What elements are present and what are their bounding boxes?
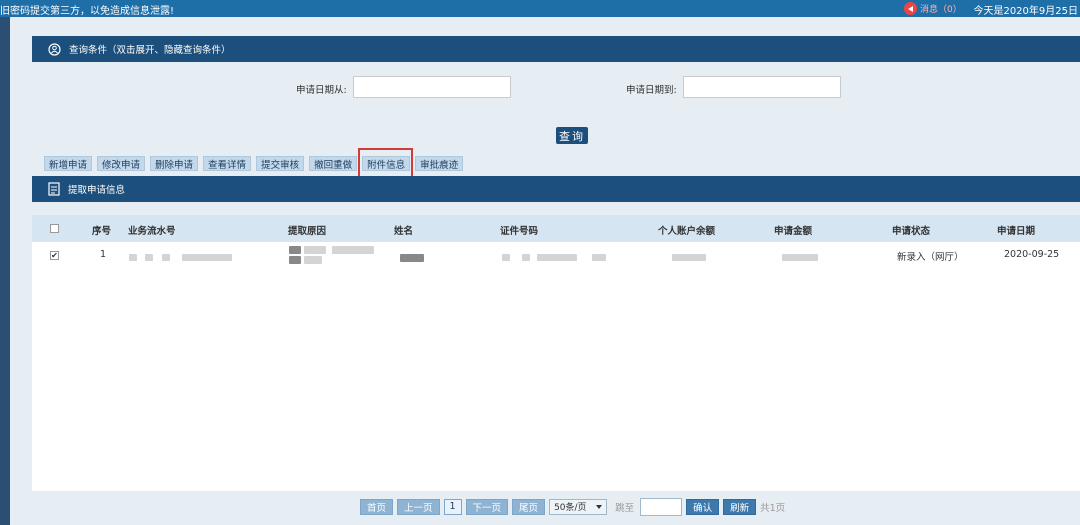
redacted-serial <box>129 254 137 261</box>
submit-review-button[interactable]: 提交审核 <box>256 156 305 171</box>
column-header-date: 申请日期 <box>997 226 1036 237</box>
total-pages: 共1页 <box>760 502 786 514</box>
column-header-name: 姓名 <box>394 226 414 237</box>
column-header-serial: 业务流水号 <box>128 226 176 237</box>
redacted-id <box>592 254 606 261</box>
date-from-label: 申请日期从: <box>296 85 347 96</box>
redacted-reason <box>304 246 326 254</box>
last-page-button[interactable]: 尾页 <box>512 498 546 515</box>
list-panel-header: 提取申请信息 <box>32 176 1080 202</box>
top-banner: 旧密码提交第三方，以免造成信息泄露! 消息（0） 今天是2020年9月25日 <box>0 0 1080 17</box>
redacted-balance <box>672 254 706 261</box>
column-header-balance: 个人账户余额 <box>658 226 716 237</box>
date-from-input[interactable] <box>353 76 511 98</box>
redacted-id <box>522 254 530 261</box>
redacted-reason <box>304 256 322 264</box>
redacted-name <box>400 254 424 262</box>
speaker-icon <box>904 2 917 15</box>
query-panel-title: 查询条件（双击展开、隐藏查询条件） <box>69 45 231 56</box>
first-page-button[interactable]: 首页 <box>360 498 394 515</box>
redacted-reason <box>289 256 301 264</box>
date-to-input[interactable] <box>683 76 841 98</box>
delete-application-button[interactable]: 删除申请 <box>150 156 199 171</box>
chevron-down-icon <box>596 504 603 509</box>
current-page-number[interactable]: 1 <box>443 498 462 515</box>
approval-trace-button[interactable]: 审批痕迹 <box>415 156 464 171</box>
prev-page-button[interactable]: 上一页 <box>397 498 440 515</box>
main-content: 查询条件（双击展开、隐藏查询条件） 申请日期从: 申请日期到: 查询 新增申请 … <box>10 17 1080 525</box>
edit-application-button[interactable]: 修改申请 <box>97 156 146 171</box>
refresh-button[interactable]: 刷新 <box>723 498 757 515</box>
row-checkbox[interactable]: ✔ <box>50 251 59 260</box>
jump-label: 跳至 <box>615 502 635 514</box>
column-header-status: 申请状态 <box>892 226 931 237</box>
query-button[interactable]: 查询 <box>556 127 588 144</box>
security-notice: 旧密码提交第三方，以免造成信息泄露! <box>0 6 175 17</box>
list-panel-title: 提取申请信息 <box>68 185 126 196</box>
add-application-button[interactable]: 新增申请 <box>44 156 93 171</box>
column-header-reason: 提取原因 <box>288 226 327 237</box>
redacted-reason <box>332 246 374 254</box>
document-icon <box>48 182 60 196</box>
redacted-id <box>537 254 577 261</box>
date-to-label: 申请日期到: <box>626 85 677 96</box>
redacted-amount <box>782 254 818 261</box>
message-indicator[interactable]: 消息（0） <box>904 0 962 17</box>
confirm-jump-button[interactable]: 确认 <box>686 498 720 515</box>
row-status: 新录入（网厅） <box>897 252 964 263</box>
applications-table: 序号 业务流水号 提取原因 姓名 证件号码 个人账户余额 申请金额 申请状态 申… <box>32 215 1080 491</box>
row-index: 1 <box>100 249 107 260</box>
redacted-serial <box>162 254 170 261</box>
table-header: 序号 业务流水号 提取原因 姓名 证件号码 个人账户余额 申请金额 申请状态 申… <box>32 215 1080 242</box>
redacted-serial <box>145 254 153 261</box>
today-date: 今天是2020年9月25日 <box>973 6 1078 17</box>
left-sidebar-stripe <box>0 17 10 525</box>
page-size-value: 50条/页 <box>554 503 587 513</box>
redacted-reason <box>289 246 301 254</box>
table-row[interactable]: ✔ 1 新录入（网厅） 2020-09-25 <box>32 242 1080 272</box>
message-count: 消息（0） <box>920 5 962 15</box>
next-page-button[interactable]: 下一页 <box>465 498 509 515</box>
redacted-id <box>502 254 510 261</box>
page-size-select[interactable]: 50条/页 <box>549 498 608 515</box>
withdraw-redo-button[interactable]: 撤回重做 <box>309 156 358 171</box>
search-person-icon <box>48 42 61 56</box>
row-date: 2020-09-25 <box>1004 249 1060 260</box>
column-header-amount: 申请金额 <box>774 226 813 237</box>
query-panel-header[interactable]: 查询条件（双击展开、隐藏查询条件） <box>32 36 1080 62</box>
redacted-serial <box>182 254 232 261</box>
column-header-index: 序号 <box>92 226 112 237</box>
view-details-button[interactable]: 查看详情 <box>203 156 252 171</box>
column-header-id-number: 证件号码 <box>500 226 539 237</box>
jump-page-input[interactable] <box>640 497 683 516</box>
pagination: 首页 上一页 1 下一页 尾页 50条/页 跳至 确认 刷新 共1页 <box>360 497 791 516</box>
select-all-checkbox[interactable] <box>50 224 59 233</box>
